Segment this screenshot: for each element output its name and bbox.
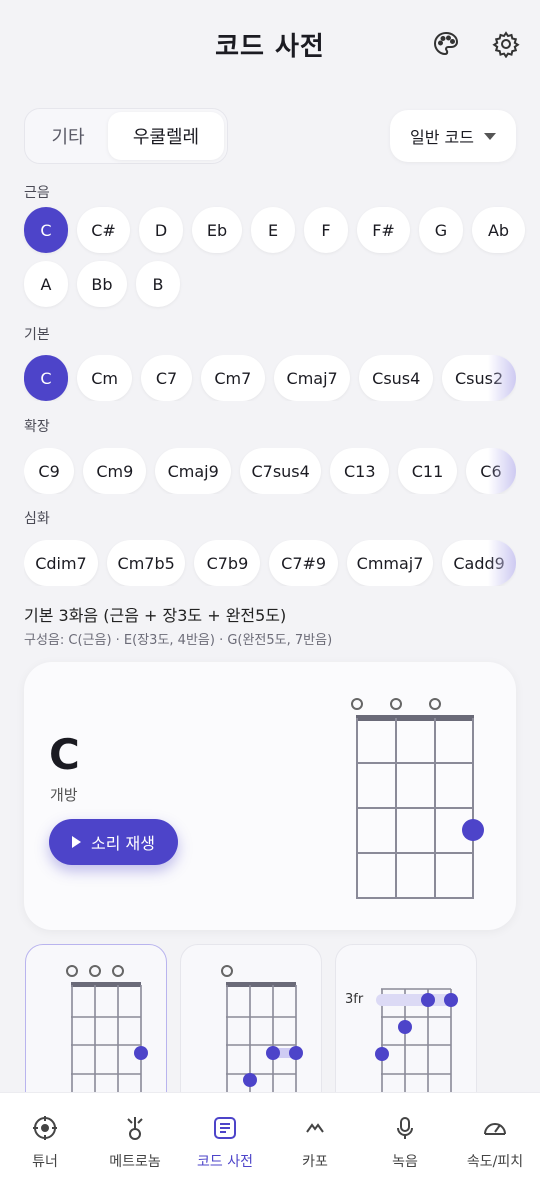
root-chip-bb[interactable]: Bb [77, 261, 127, 307]
root-chip-g[interactable]: G [419, 207, 463, 253]
chord-chip-c[interactable]: C [24, 355, 68, 401]
voicing-card[interactable] [180, 944, 322, 1114]
chord-chip-c7b9[interactable]: C7b9 [194, 540, 261, 586]
chord-name: C [49, 730, 80, 779]
nav-label: 튜너 [32, 1154, 58, 1170]
root-chip-c-sharp[interactable]: C# [77, 207, 130, 253]
chord-chip-cm7b5[interactable]: Cm7b5 [106, 540, 186, 586]
chord-description: 기본 3화음 (근음 + 장3도 + 완전5도) [24, 606, 287, 625]
nav-capo[interactable]: 카포 [270, 1093, 360, 1190]
palette-icon[interactable] [430, 28, 462, 60]
chord-chip-cmaj9[interactable]: Cmaj9 [155, 448, 231, 494]
root-chip-c[interactable]: C [24, 207, 68, 253]
chord-chip-c7sus4[interactable]: C7sus4 [239, 448, 322, 494]
chord-chip-cmmaj7[interactable]: Cmmaj7 [346, 540, 434, 586]
chord-composition: 구성음: C(근음) · E(장3도, 4반음) · G(완전5도, 7반음) [24, 633, 333, 648]
voicing-card[interactable]: 3fr [335, 944, 477, 1114]
root-chip-eb[interactable]: Eb [192, 207, 242, 253]
extended-chord-row: C9 Cm9 Cmaj9 C7sus4 C13 C11 C6 [24, 448, 516, 494]
chord-chip-c7[interactable]: C7 [141, 355, 192, 401]
chord-chip-c9[interactable]: C9 [24, 448, 75, 494]
nav-label: 녹음 [392, 1154, 418, 1170]
play-label: 소리 재생 [91, 834, 155, 853]
extended-section-label: 확장 [24, 419, 50, 435]
root-row-1: C C# D Eb E F F# G Ab [24, 207, 525, 253]
fret-position-label: 3fr [345, 992, 364, 1007]
root-chip-f[interactable]: F [304, 207, 348, 253]
basic-chord-row: C Cm C7 Cm7 Cmaj7 Csus4 Csus2 [24, 355, 516, 401]
instrument-segmented-control: 기타 우쿨렐레 [24, 108, 228, 164]
chord-chip-cmaj7[interactable]: Cmaj7 [273, 355, 351, 401]
nav-label: 메트로놈 [109, 1154, 161, 1170]
chord-chip-c7-sharp9[interactable]: C7#9 [269, 540, 338, 586]
chord-chip-c13[interactable]: C13 [330, 448, 390, 494]
tuner-icon [30, 1113, 60, 1143]
metronome-icon [120, 1113, 150, 1143]
chord-chip-cm[interactable]: Cm [77, 355, 133, 401]
nav-tuner[interactable]: 튜너 [0, 1093, 90, 1190]
capo-icon [300, 1113, 330, 1143]
play-sound-button[interactable]: 소리 재생 [49, 819, 178, 865]
root-chip-a[interactable]: A [24, 261, 68, 307]
speed-gauge-icon [480, 1113, 510, 1143]
root-row-2: A Bb B [24, 261, 180, 307]
app-header: 코드 사전 [0, 0, 540, 90]
chord-type-value: 일반 코드 [410, 128, 474, 147]
root-section-label: 근음 [24, 185, 50, 201]
root-chip-e[interactable]: E [251, 207, 295, 253]
chord-dictionary-icon [210, 1113, 240, 1143]
chord-diagram [351, 698, 484, 899]
mini-chord-diagram [66, 965, 148, 1113]
mini-chord-diagram: 3fr [345, 988, 458, 1113]
mini-chord-diagram [221, 965, 303, 1113]
chord-chip-cm7[interactable]: Cm7 [200, 355, 265, 401]
advanced-chord-row: Cdim7 Cm7b5 C7b9 C7#9 Cmmaj7 Cadd9 [24, 540, 516, 586]
microphone-icon [390, 1113, 420, 1143]
caret-down-icon [483, 132, 496, 140]
voicing-card[interactable] [25, 944, 167, 1114]
gear-icon[interactable] [490, 28, 522, 60]
chord-chip-cm9[interactable]: Cm9 [83, 448, 147, 494]
root-chip-f-sharp[interactable]: F# [357, 207, 410, 253]
chord-voicing-label: 개방 [50, 786, 78, 804]
nav-label: 카포 [302, 1154, 328, 1170]
chord-type-dropdown[interactable]: 일반 코드 [390, 110, 516, 162]
nav-speed-pitch[interactable]: 속도/피치 [450, 1093, 540, 1190]
nav-metronome[interactable]: 메트로놈 [90, 1093, 180, 1190]
chord-chip-c11[interactable]: C11 [398, 448, 457, 494]
chord-detail-card: C 개방 소리 재생 [24, 662, 516, 930]
chord-chip-csus4[interactable]: Csus4 [359, 355, 434, 401]
nav-label: 코드 사전 [197, 1154, 253, 1170]
root-chip-b[interactable]: B [136, 261, 180, 307]
play-icon [72, 836, 82, 848]
nav-label: 속도/피치 [466, 1154, 524, 1170]
tab-ukulele[interactable]: 우쿨렐레 [108, 112, 224, 160]
chord-chip-cdim7[interactable]: Cdim7 [24, 540, 98, 586]
bottom-navigation: 튜너 메트로놈 코드 사전 카포 녹음 속도/피치 [0, 1092, 540, 1190]
root-chip-d[interactable]: D [139, 207, 183, 253]
advanced-section-label: 심화 [24, 511, 50, 527]
nav-record[interactable]: 녹음 [360, 1093, 450, 1190]
nav-chord-dictionary[interactable]: 코드 사전 [180, 1093, 270, 1190]
tab-guitar[interactable]: 기타 [28, 112, 108, 160]
basic-section-label: 기본 [24, 327, 50, 343]
root-chip-ab[interactable]: Ab [472, 207, 525, 253]
